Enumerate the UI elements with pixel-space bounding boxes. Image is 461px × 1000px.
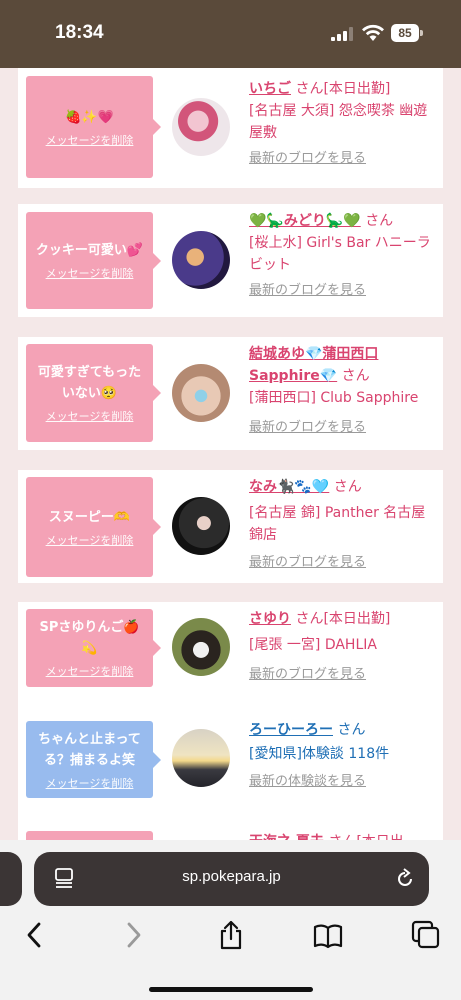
message-text: ちゃんと止まってる？捕まるよ笑 — [38, 731, 141, 768]
honorific: さん — [295, 81, 324, 97]
message-bubble: ちゃんと止まってる？捕まるよ笑 メッセージを削除 — [26, 721, 161, 798]
review-link[interactable]: 最新の体験談を見る — [249, 771, 439, 793]
message-bubble: スヌーピー🫶 メッセージを削除 — [26, 477, 161, 577]
attendance-tag: [本日出勤] — [323, 81, 391, 97]
shop-info: [名古屋 錦] Panther 名古屋錦店 — [249, 505, 426, 543]
cast-name-link[interactable]: なみ🐈‍⬛🐾🩵 — [249, 479, 329, 495]
message-card: ちゃんと止まってる？捕まるよ笑 メッセージを削除 ろーひーろー さん [愛知県]… — [18, 713, 443, 826]
message-bubble: 可愛すぎてもったいない🥺 メッセージを削除 — [26, 344, 161, 442]
blog-link[interactable]: 最新のブログを見る — [249, 417, 439, 439]
previous-tab-handle[interactable] — [0, 852, 22, 906]
browser-bar: sp.pokepara.jp — [0, 840, 461, 1000]
honorific: さん — [365, 213, 394, 229]
avatar[interactable] — [172, 364, 230, 422]
delete-message-link[interactable]: メッセージを削除 — [46, 663, 134, 679]
shop-info: [桜上水] Girl's Bar ハニーラビット — [249, 235, 431, 273]
cast-name-link[interactable]: いちご — [249, 81, 291, 97]
avatar[interactable] — [172, 729, 230, 787]
delete-message-link[interactable]: メッセージを削除 — [46, 265, 134, 281]
wifi-icon — [362, 24, 384, 41]
message-feed[interactable]: 🍓✨💗 メッセージを削除 いちご さん[本日出勤] [名古屋 大須] 怨念喫茶 … — [0, 68, 461, 848]
blog-link[interactable]: 最新のブログを見る — [249, 148, 439, 170]
message-text: 可愛すぎてもったいない🥺 — [37, 365, 142, 401]
back-icon[interactable] — [20, 920, 50, 950]
battery-icon: 85 — [391, 24, 419, 42]
delete-message-link[interactable]: メッセージを削除 — [46, 408, 134, 424]
blog-link[interactable]: 最新のブログを見る — [249, 552, 439, 574]
avatar[interactable] — [172, 618, 230, 676]
message-bubble: 🍓✨💗 メッセージを削除 — [26, 76, 161, 178]
cast-name-link[interactable]: さゆり — [249, 611, 291, 627]
honorific: さん — [341, 368, 370, 384]
message-bubble: クッキー可愛い💕 メッセージを削除 — [26, 212, 161, 309]
attendance-tag: [本日出勤] — [323, 611, 391, 627]
message-text: SPさゆりんご🍎💫 — [39, 620, 140, 656]
shop-info: [蒲田西口] Club Sapphire — [249, 390, 419, 406]
blog-link[interactable]: 最新のブログを見る — [249, 664, 439, 686]
cellular-signal-icon — [331, 27, 353, 41]
status-time: 18:34 — [55, 22, 104, 43]
message-text: 🍓✨💗 — [65, 109, 114, 125]
tabs-icon[interactable] — [411, 920, 441, 950]
reload-icon[interactable] — [394, 868, 416, 890]
bookmarks-icon[interactable] — [313, 920, 343, 950]
message-card: SPさゆりんご🍎💫 メッセージを削除 さゆり さん[本日出勤] [尾張 一宮] … — [18, 602, 443, 715]
message-text: スヌーピー🫶 — [48, 509, 131, 525]
shop-info: [尾張 一宮] DAHLIA — [249, 637, 377, 653]
share-icon[interactable] — [216, 920, 246, 950]
message-bubble: SPさゆりんご🍎💫 メッセージを削除 — [26, 609, 161, 687]
honorific: さん — [295, 611, 324, 627]
message-card: 可愛すぎてもったいない🥺 メッセージを削除 結城あゆ💎蒲田西口Sapphire💎… — [18, 337, 443, 450]
delete-message-link[interactable]: メッセージを削除 — [46, 132, 134, 148]
message-text: クッキー可愛い💕 — [35, 243, 144, 258]
blog-link[interactable]: 最新のブログを見る — [249, 280, 439, 302]
battery-cap — [420, 30, 423, 36]
cast-name-link[interactable]: 💚🦕みどり🦕💚 — [249, 213, 361, 229]
cast-name-link[interactable]: ろーひーろー — [249, 722, 333, 738]
message-card: クッキー可愛い💕 メッセージを削除 💚🦕みどり🦕💚 さん [桜上水] Girl'… — [18, 204, 443, 317]
message-card: 🍓✨💗 メッセージを削除 いちご さん[本日出勤] [名古屋 大須] 怨念喫茶 … — [18, 68, 443, 188]
status-bar: 18:34 85 — [0, 0, 461, 68]
avatar[interactable] — [172, 98, 230, 156]
forward-icon[interactable] — [118, 920, 148, 950]
home-indicator — [149, 987, 313, 992]
url-text: sp.pokepara.jp — [182, 868, 281, 885]
message-card: スヌーピー🫶 メッセージを削除 なみ🐈‍⬛🐾🩵 さん [名古屋 錦] Panth… — [18, 470, 443, 583]
honorific: さん — [337, 722, 366, 738]
address-bar[interactable]: sp.pokepara.jp — [34, 852, 429, 906]
review-count: [愛知県]体験談 118件 — [249, 746, 390, 762]
delete-message-link[interactable]: メッセージを削除 — [46, 532, 134, 548]
delete-message-link[interactable]: メッセージを削除 — [46, 775, 134, 791]
avatar[interactable] — [172, 497, 230, 555]
avatar[interactable] — [172, 231, 230, 289]
honorific: さん — [333, 479, 362, 495]
shop-info: [名古屋 大須] 怨念喫茶 幽遊屋敷 — [249, 103, 428, 141]
